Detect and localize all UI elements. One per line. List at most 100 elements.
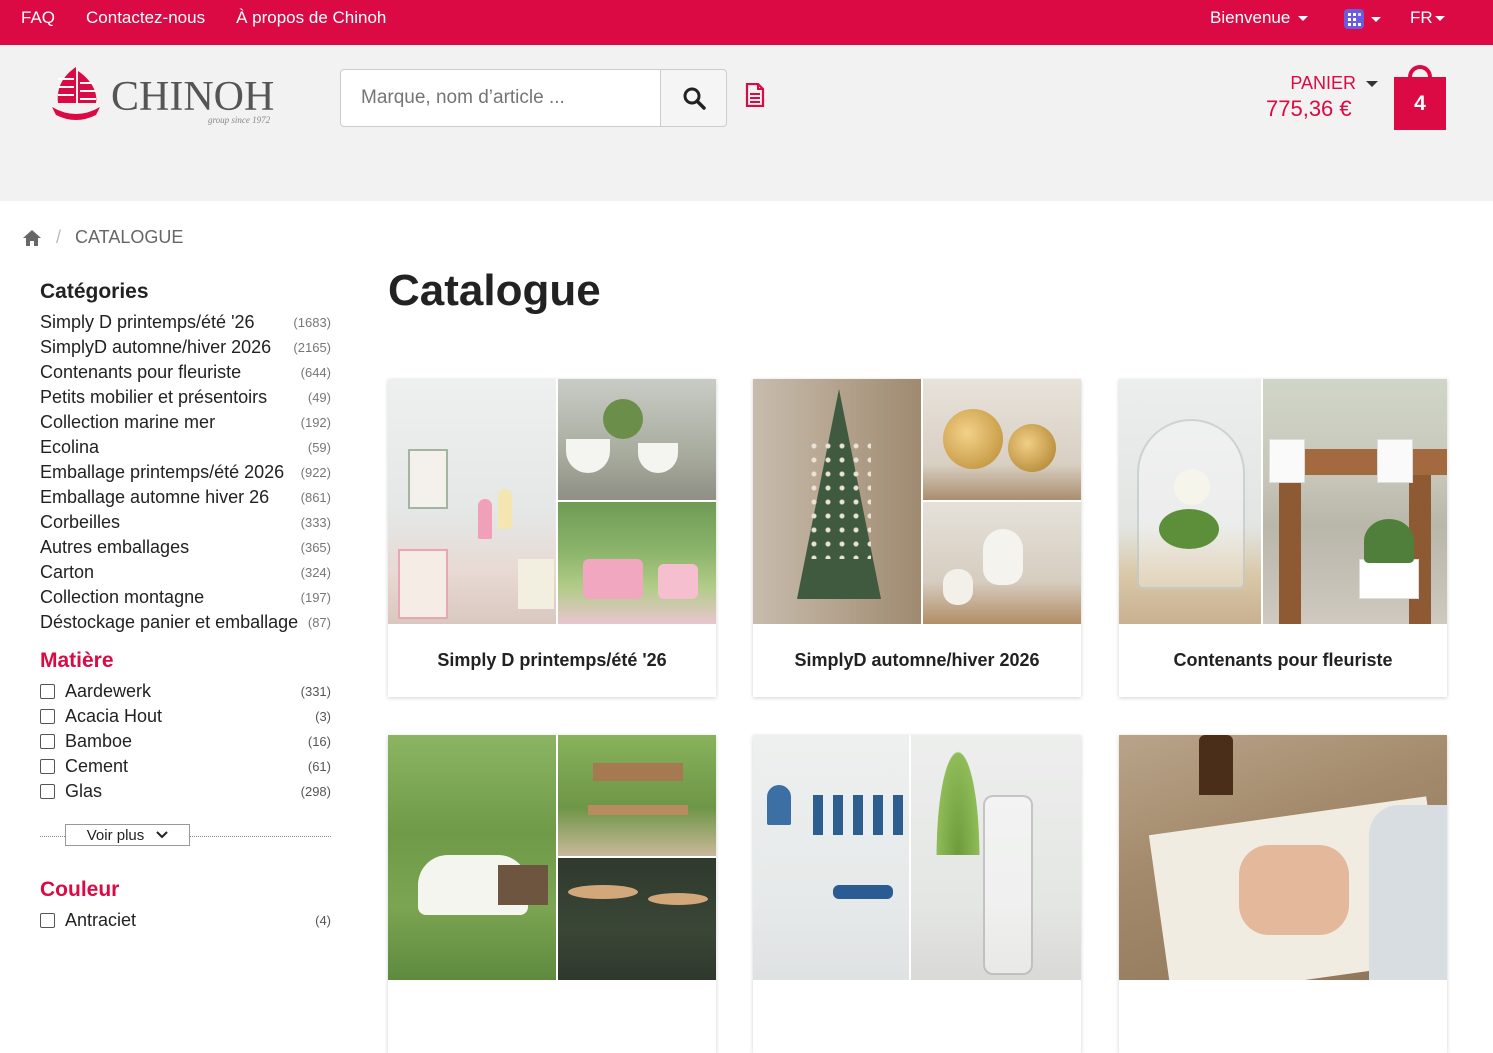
page-title: Catalogue: [388, 266, 601, 315]
category-count: (644): [300, 365, 331, 380]
category-name: Collection montagne: [40, 587, 205, 607]
document-icon: [745, 82, 765, 108]
about-link[interactable]: À propos de Chinoh: [236, 8, 386, 28]
apps-menu[interactable]: [1343, 8, 1381, 30]
material-checkbox[interactable]: [40, 759, 55, 774]
material-filter-item[interactable]: Bamboe (16): [40, 729, 331, 754]
category-item[interactable]: Déstockage panier et emballage (87): [40, 610, 331, 635]
material-name: Aardewerk: [65, 681, 152, 701]
cart-count-badge: 4: [1394, 77, 1446, 130]
material-checkbox[interactable]: [40, 684, 55, 699]
category-item[interactable]: Contenants pour fleuriste (644): [40, 360, 331, 385]
language-selector[interactable]: FR: [1410, 8, 1445, 28]
category-item[interactable]: Collection marine mer (192): [40, 410, 331, 435]
see-more-row: Voir plus: [40, 824, 331, 854]
category-item[interactable]: Ecolina (59): [40, 435, 331, 460]
category-card-title: Contenants pour fleuriste: [1173, 650, 1393, 670]
color-heading: Couleur: [40, 878, 120, 901]
category-card[interactable]: [1119, 735, 1447, 1053]
breadcrumb-separator: /: [56, 227, 62, 247]
home-icon[interactable]: [22, 229, 42, 247]
category-card-image: [388, 735, 716, 980]
category-count: (59): [307, 440, 331, 455]
category-item[interactable]: Collection montagne (197): [40, 585, 331, 610]
material-heading: Matière: [40, 649, 114, 672]
chevron-down-icon: [156, 831, 168, 839]
category-count: (192): [300, 415, 331, 430]
breadcrumb: / CATALOGUE: [22, 227, 183, 248]
material-name: Cement: [65, 756, 129, 776]
cart-amount: 775,36 €: [1266, 96, 1352, 121]
site-logo[interactable]: CHINOH group since 1972: [50, 65, 290, 129]
category-card-image: [1119, 379, 1447, 624]
category-name: Collection marine mer: [40, 412, 216, 432]
category-item[interactable]: Emballage printemps/été 2026 (922): [40, 460, 331, 485]
category-name: Petits mobilier et présentoirs: [40, 387, 268, 407]
material-count: (298): [300, 784, 331, 799]
see-more-button[interactable]: Voir plus: [65, 824, 190, 846]
site-header: CHINOH group since 1972 PANIER 775,36 € …: [0, 45, 1493, 201]
category-count: (324): [300, 565, 331, 580]
category-item[interactable]: Emballage automne hiver 26 (861): [40, 485, 331, 510]
category-item[interactable]: Autres emballages (365): [40, 535, 331, 560]
category-card[interactable]: [753, 735, 1081, 1053]
category-name: Contenants pour fleuriste: [40, 362, 242, 382]
category-card-title: [753, 980, 1081, 1053]
cart-label: PANIER: [1290, 73, 1356, 93]
search-input[interactable]: [340, 69, 662, 127]
category-name: Emballage printemps/été 2026: [40, 462, 285, 482]
material-checkbox[interactable]: [40, 709, 55, 724]
logo-tagline: group since 1972: [208, 115, 271, 125]
chevron-down-icon: [1366, 80, 1378, 87]
category-card-image: [1119, 735, 1447, 980]
junk-boat-logo-icon: [52, 67, 100, 120]
category-count: (87): [307, 615, 331, 630]
contact-link[interactable]: Contactez-nous: [86, 8, 205, 28]
material-name: Acacia Hout: [65, 706, 163, 726]
welcome-menu[interactable]: Bienvenue: [1210, 8, 1309, 28]
material-checkbox[interactable]: [40, 784, 55, 799]
category-card[interactable]: Simply D printemps/été '26: [388, 379, 716, 697]
category-card[interactable]: Contenants pour fleuriste: [1119, 379, 1447, 697]
material-count: (61): [307, 759, 331, 774]
material-count: (16): [307, 734, 331, 749]
welcome-label: Bienvenue: [1210, 8, 1291, 27]
category-card[interactable]: [388, 735, 716, 1053]
faq-link[interactable]: FAQ: [21, 8, 55, 28]
search-button[interactable]: [660, 69, 727, 127]
cart-summary[interactable]: PANIER 775,36 €: [1266, 73, 1378, 122]
category-card-title: [388, 980, 716, 1053]
quick-order-button[interactable]: [745, 82, 765, 112]
category-item[interactable]: Simply D printemps/été '26 (1683): [40, 310, 331, 335]
category-name: SimplyD automne/hiver 2026: [40, 337, 272, 357]
color-filter-item[interactable]: Antraciet (4): [40, 908, 331, 933]
material-count: (3): [315, 709, 331, 724]
category-item[interactable]: SimplyD automne/hiver 2026 (2165): [40, 335, 331, 360]
material-filter-item[interactable]: Glas (298): [40, 779, 331, 804]
apps-icon: [1344, 9, 1364, 29]
category-name: Corbeilles: [40, 512, 121, 532]
language-label: FR: [1410, 8, 1433, 27]
category-count: (2165): [293, 340, 331, 355]
material-filter-item[interactable]: Acacia Hout (3): [40, 704, 331, 729]
category-count: (1683): [293, 315, 331, 330]
category-count: (365): [300, 540, 331, 555]
chevron-down-icon: [1371, 16, 1381, 22]
category-card-image: [753, 735, 1081, 980]
category-count: (861): [300, 490, 331, 505]
material-filter-item[interactable]: Aardewerk (331): [40, 679, 331, 704]
category-card-title: SimplyD automne/hiver 2026: [794, 650, 1040, 670]
category-item[interactable]: Corbeilles (333): [40, 510, 331, 535]
cart-bag-button[interactable]: 4: [1394, 65, 1446, 131]
logo-wordmark: CHINOH: [111, 74, 275, 120]
category-item[interactable]: Carton (324): [40, 560, 331, 585]
material-checkbox[interactable]: [40, 734, 55, 749]
material-filter-item[interactable]: Cement (61): [40, 754, 331, 779]
category-card[interactable]: SimplyD automne/hiver 2026: [753, 379, 1081, 697]
chevron-down-icon: [1298, 15, 1309, 21]
color-filter-list: Antraciet (4): [40, 908, 331, 933]
category-name: Emballage automne hiver 26: [40, 487, 270, 507]
filter-sidebar: Catégories Simply D printemps/été '26 (16…: [40, 280, 331, 933]
category-item[interactable]: Petits mobilier et présentoirs (49): [40, 385, 331, 410]
chevron-down-icon: [1434, 15, 1445, 21]
